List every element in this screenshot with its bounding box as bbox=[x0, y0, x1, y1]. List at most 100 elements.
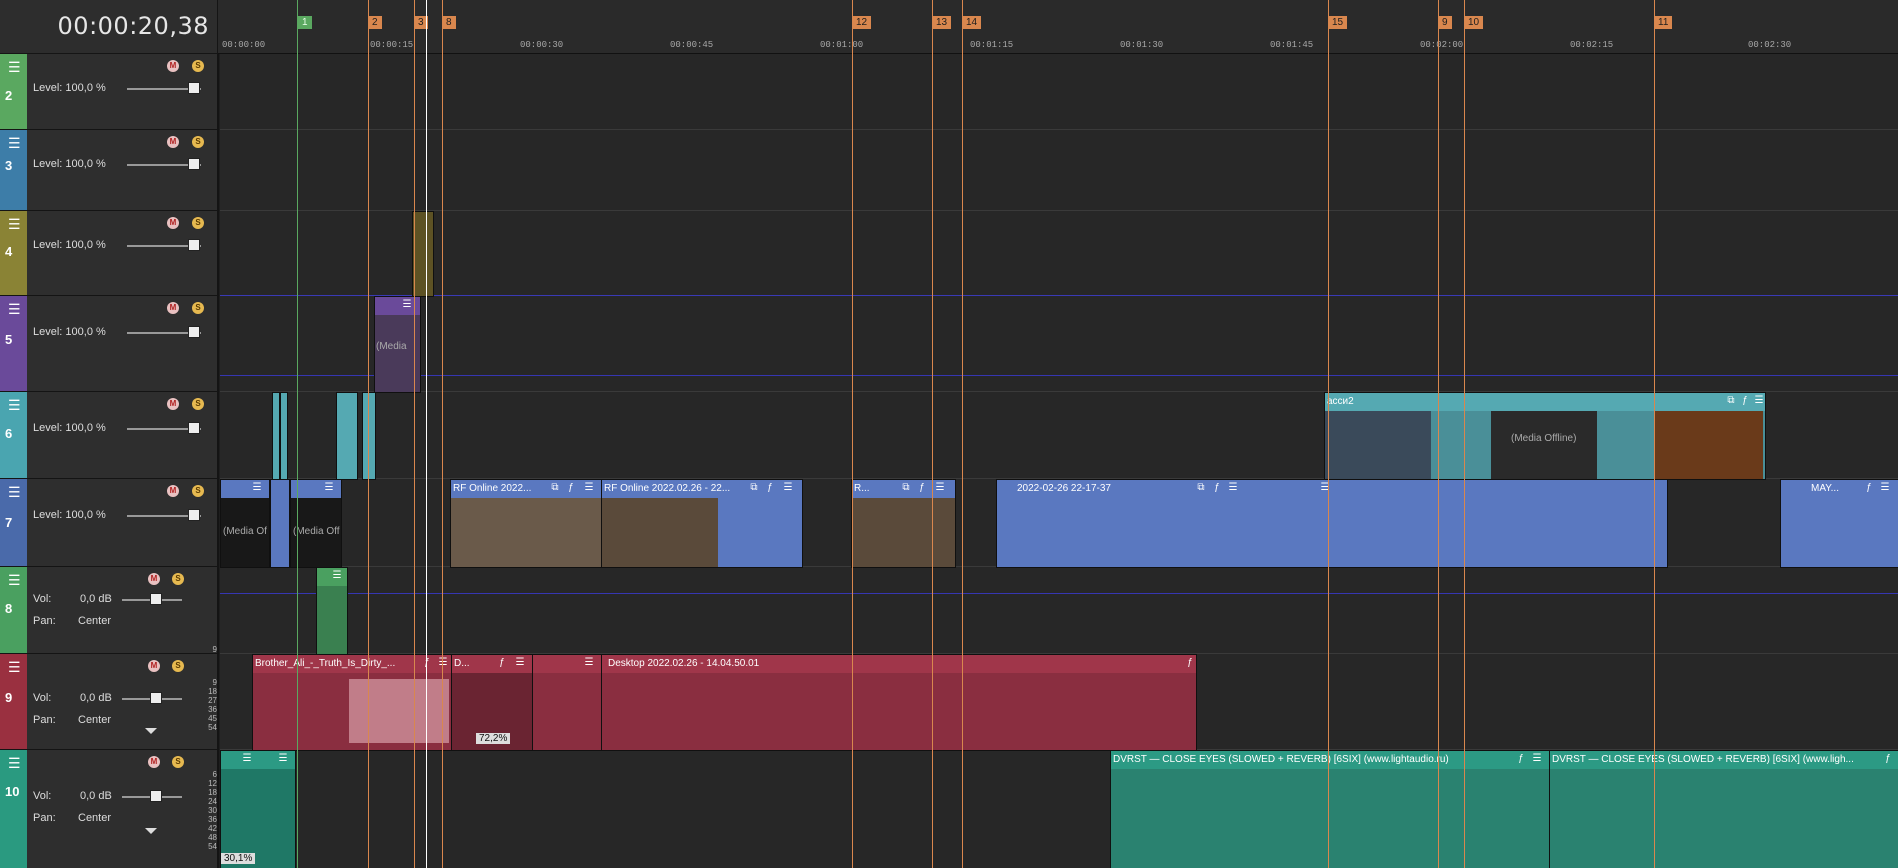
marker-1[interactable]: 1 bbox=[298, 16, 312, 29]
track-header-10[interactable]: ☰ 10 M S Vol: 0,0 dB Pan: Center 6 12 18… bbox=[0, 750, 217, 868]
hamburger-icon[interactable]: ☰ bbox=[583, 482, 595, 494]
mute-icon[interactable]: M bbox=[148, 660, 160, 672]
track-header-7[interactable]: ☰ 7 M S Level: 100,0 % bbox=[0, 479, 217, 567]
hamburger-icon[interactable]: ☰ bbox=[277, 753, 289, 765]
hamburger-icon[interactable]: ☰ bbox=[1753, 395, 1765, 407]
mute-icon[interactable]: M bbox=[167, 60, 179, 72]
audio-clip-dvrst-1[interactable]: DVRST — CLOSE EYES (SLOWED + REVERB) [6S… bbox=[1110, 750, 1550, 868]
level-slider-handle[interactable] bbox=[188, 509, 200, 521]
solo-icon[interactable]: S bbox=[192, 302, 204, 314]
audio-clip-dvrst-2[interactable]: DVRST — CLOSE EYES (SLOWED + REVERB) [6S… bbox=[1549, 750, 1898, 868]
track-header-9[interactable]: ☰ 9 M S Vol: 0,0 dB Pan: Center 9 18 27 … bbox=[0, 654, 217, 750]
fx-icon[interactable]: ƒ bbox=[1882, 753, 1894, 765]
video-clip[interactable]: ☰ (Media Of bbox=[220, 479, 270, 568]
solo-icon[interactable]: S bbox=[192, 60, 204, 72]
hamburger-icon[interactable]: ☰ bbox=[1319, 482, 1331, 494]
volume-slider-handle[interactable] bbox=[150, 593, 162, 605]
fx-icon[interactable]: ƒ bbox=[1739, 395, 1751, 407]
solo-icon[interactable]: S bbox=[192, 398, 204, 410]
video-clip-rf1[interactable]: RF Online 2022... ⧉ ƒ ☰ bbox=[450, 479, 602, 568]
playhead-cursor[interactable] bbox=[426, 0, 427, 868]
fx-icon[interactable]: ƒ bbox=[1211, 482, 1223, 494]
video-clip[interactable] bbox=[412, 211, 434, 297]
marker-2[interactable]: 2 bbox=[368, 16, 382, 29]
audio-clip[interactable]: ☰ ☰ 30,1% bbox=[220, 750, 296, 868]
video-clip[interactable] bbox=[336, 392, 358, 480]
timeline-tracks[interactable]: ☰ (Media асси2 ⧉ ƒ ☰ (Media Offline) ☰ (… bbox=[220, 54, 1898, 868]
fx-icon[interactable]: ƒ bbox=[916, 482, 928, 494]
mute-icon[interactable]: M bbox=[167, 136, 179, 148]
video-clip[interactable] bbox=[270, 479, 290, 568]
crop-icon[interactable]: ⧉ bbox=[748, 482, 760, 494]
crop-icon[interactable]: ⧉ bbox=[1195, 482, 1207, 494]
video-clip-may[interactable]: MAY... ƒ ☰ bbox=[1780, 479, 1898, 568]
video-clip-acc[interactable]: асси2 ⧉ ƒ ☰ (Media Offline) bbox=[1324, 392, 1766, 480]
hamburger-icon[interactable]: ☰ bbox=[8, 398, 21, 412]
video-clip-rf2[interactable]: RF Online 2022.02.26 - 22... ⧉ ƒ ☰ bbox=[601, 479, 803, 568]
marker-14[interactable]: 14 bbox=[962, 16, 982, 29]
hamburger-icon[interactable]: ☰ bbox=[934, 482, 946, 494]
track-lane-2[interactable] bbox=[220, 54, 1898, 130]
mute-icon[interactable]: M bbox=[148, 573, 160, 585]
time-ruler[interactable]: 1 2 3 8 12 13 14 15 9 10 11 00:00:00 00:… bbox=[218, 0, 1898, 54]
fx-icon[interactable]: ƒ bbox=[421, 657, 433, 669]
marker-11[interactable]: 11 bbox=[1654, 16, 1673, 29]
mute-icon[interactable]: M bbox=[167, 485, 179, 497]
hamburger-icon[interactable]: ☰ bbox=[323, 482, 335, 494]
volume-slider-handle[interactable] bbox=[150, 692, 162, 704]
solo-icon[interactable]: S bbox=[192, 136, 204, 148]
track-header-6[interactable]: ☰ 6 M S Level: 100,0 % bbox=[0, 392, 217, 479]
track-lane-3[interactable] bbox=[220, 130, 1898, 211]
level-slider-handle[interactable] bbox=[188, 82, 200, 94]
fx-icon[interactable]: ƒ bbox=[1863, 482, 1875, 494]
marker-9[interactable]: 9 bbox=[1438, 16, 1452, 29]
video-clip-r[interactable]: R... ⧉ ƒ ☰ bbox=[851, 479, 956, 568]
fx-icon[interactable]: ƒ bbox=[565, 482, 577, 494]
video-clip[interactable] bbox=[280, 392, 288, 480]
pan-handle[interactable] bbox=[145, 728, 157, 734]
marker-8[interactable]: 8 bbox=[442, 16, 456, 29]
crop-icon[interactable]: ⧉ bbox=[900, 482, 912, 494]
hamburger-icon[interactable]: ☰ bbox=[782, 482, 794, 494]
timecode-display[interactable]: 00:00:20,38 bbox=[0, 0, 218, 54]
hamburger-icon[interactable]: ☰ bbox=[583, 657, 595, 669]
volume-slider-handle[interactable] bbox=[150, 790, 162, 802]
hamburger-icon[interactable]: ☰ bbox=[514, 657, 526, 669]
crop-icon[interactable]: ⧉ bbox=[549, 482, 561, 494]
track-header-4[interactable]: ☰ 4 M S Level: 100,0 % bbox=[0, 211, 217, 296]
solo-icon[interactable]: S bbox=[192, 217, 204, 229]
hamburger-icon[interactable]: ☰ bbox=[8, 485, 21, 499]
audio-clip-d[interactable]: D... ƒ ☰ 72,2% bbox=[451, 654, 533, 751]
mute-icon[interactable]: M bbox=[167, 217, 179, 229]
hamburger-icon[interactable]: ☰ bbox=[8, 660, 21, 674]
hamburger-icon[interactable]: ☰ bbox=[1531, 753, 1543, 765]
hamburger-icon[interactable]: ☰ bbox=[331, 570, 343, 582]
solo-icon[interactable]: S bbox=[172, 573, 184, 585]
mute-icon[interactable]: M bbox=[148, 756, 160, 768]
audio-clip-desktop[interactable]: Desktop 2022.02.26 - 14.04.50.01 ƒ ☰ bbox=[601, 654, 1197, 751]
track-lane-8[interactable] bbox=[220, 567, 1898, 654]
hamburger-icon[interactable]: ☰ bbox=[241, 753, 253, 765]
mute-icon[interactable]: M bbox=[167, 302, 179, 314]
track-header-5[interactable]: ☰ 5 M S Level: 100,0 % bbox=[0, 296, 217, 392]
level-slider-handle[interactable] bbox=[188, 326, 200, 338]
hamburger-icon[interactable]: ☰ bbox=[1227, 482, 1239, 494]
marker-12[interactable]: 12 bbox=[852, 16, 872, 29]
hamburger-icon[interactable]: ☰ bbox=[8, 217, 21, 231]
hamburger-icon[interactable]: ☰ bbox=[8, 302, 21, 316]
hamburger-icon[interactable]: ☰ bbox=[251, 482, 263, 494]
track-header-2[interactable]: ☰ 2 M S Level: 100,0 % bbox=[0, 54, 217, 130]
hamburger-icon[interactable]: ☰ bbox=[8, 756, 21, 770]
audio-clip[interactable]: ☰ bbox=[532, 654, 602, 751]
track-header-8[interactable]: ☰ 8 M S Vol: 0,0 dB Pan: Center 9 18 27 … bbox=[0, 567, 217, 699]
level-slider-handle[interactable] bbox=[188, 158, 200, 170]
track-header-3[interactable]: ☰ 3 M S Level: 100,0 % bbox=[0, 130, 217, 211]
solo-icon[interactable]: S bbox=[172, 660, 184, 672]
mute-icon[interactable]: M bbox=[167, 398, 179, 410]
video-clip-2022-02-26[interactable]: 2022-02-26 22-17-37 ⧉ ƒ ☰ ☰ bbox=[996, 479, 1668, 568]
level-slider-handle[interactable] bbox=[188, 422, 200, 434]
hamburger-icon[interactable]: ☰ bbox=[8, 573, 21, 587]
fx-icon[interactable]: ƒ bbox=[1184, 657, 1196, 669]
audio-clip[interactable]: ☰ bbox=[316, 567, 348, 655]
video-clip[interactable] bbox=[362, 392, 376, 480]
